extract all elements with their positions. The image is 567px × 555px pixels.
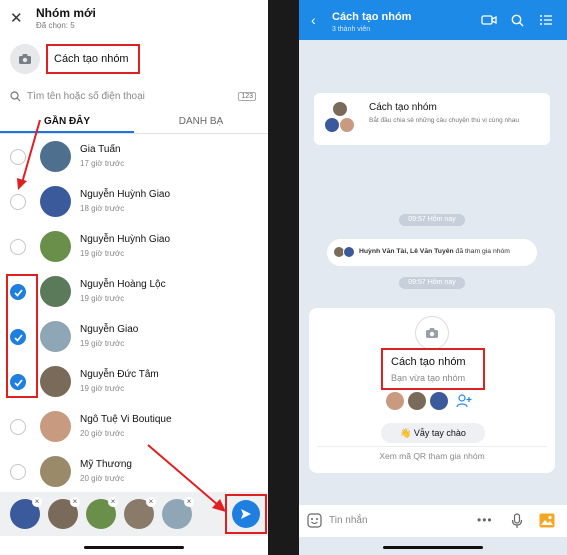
annotation-arrows (17, 119, 226, 512)
annotation-arrows (299, 0, 567, 555)
group-chat-screen: ‹ Cách tạo nhóm 3 thành viên Cách tạo nh… (299, 0, 567, 555)
new-group-screen: ✕ Nhóm mới Đã chọn: 5 Cách tạo nhóm Tìm … (0, 0, 268, 555)
